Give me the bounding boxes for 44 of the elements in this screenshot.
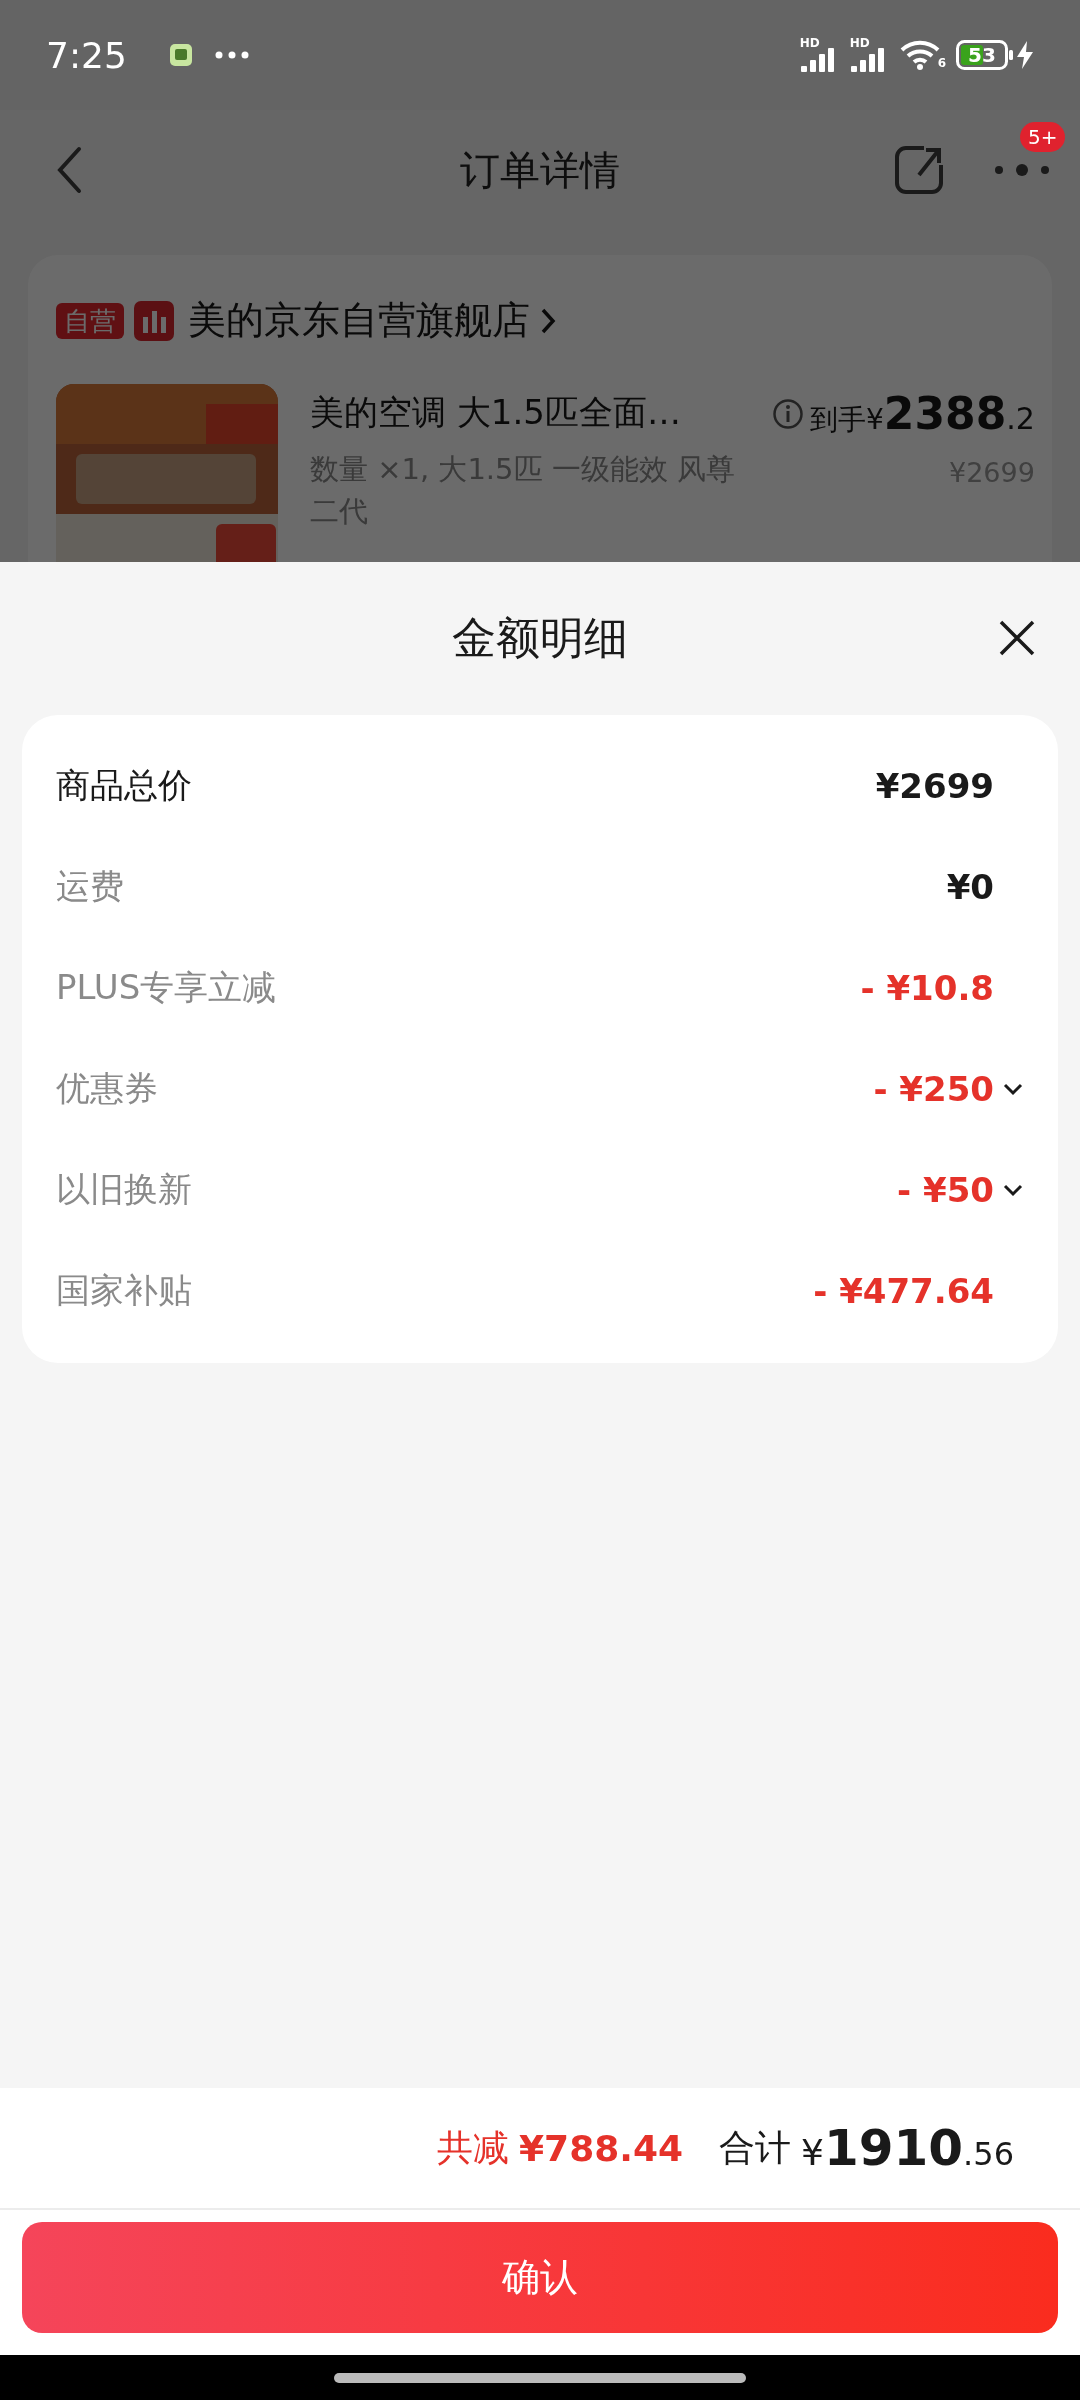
sheet-title: 金额明细 — [452, 611, 628, 665]
wifi-label: 6 — [937, 56, 946, 70]
fee-label: 以旧换新 — [56, 1167, 192, 1211]
back-icon[interactable] — [56, 146, 82, 194]
network-type-label: HD — [849, 36, 870, 50]
chevron-down-icon[interactable] — [1002, 1081, 1024, 1096]
share-icon[interactable] — [894, 145, 944, 195]
fee-amount: ¥2699 — [875, 765, 994, 806]
discount-total: ¥788.44 — [519, 2127, 684, 2169]
wifi-icon — [899, 40, 940, 70]
fee-label: 优惠券 — [56, 1066, 158, 1110]
fee-label: 国家补贴 — [56, 1268, 192, 1312]
fee-amount: ¥0 — [946, 866, 994, 907]
app-notification-icon — [168, 43, 193, 67]
close-icon[interactable] — [998, 619, 1036, 657]
more-icon[interactable] — [994, 163, 1050, 177]
battery-level: 53 — [968, 44, 996, 66]
final-price: 到手¥2388.2 — [810, 388, 1035, 439]
store-name[interactable]: 美的京东自营旗舰店 — [188, 295, 530, 346]
product-title[interactable]: 美的空调 大1.5匹全面… — [310, 390, 740, 436]
network-type-label: HD — [799, 36, 820, 50]
chevron-down-icon[interactable] — [1002, 1182, 1024, 1197]
battery-icon — [956, 40, 1014, 70]
fee-amount: - ¥50 — [897, 1169, 994, 1210]
fee-amount: - ¥477.64 — [813, 1270, 994, 1311]
confirm-button[interactable]: 确认 — [22, 2222, 1058, 2333]
status-time: 7:25 — [46, 34, 127, 76]
home-indicator[interactable] — [334, 2372, 746, 2383]
page-title: 订单详情 — [460, 145, 620, 195]
fee-amount: - ¥10.8 — [860, 967, 994, 1008]
charging-icon — [1014, 40, 1036, 70]
discount-label: 共减 — [437, 2125, 510, 2170]
fee-label: 运费 — [56, 864, 124, 908]
notification-badge: 5+ — [1020, 122, 1066, 152]
info-icon[interactable] — [772, 397, 804, 430]
total-label: 合计 — [719, 2125, 792, 2170]
fee-amount: - ¥250 — [873, 1068, 994, 1109]
more-notifications-icon — [214, 51, 249, 59]
fee-label: PLUS专享立减 — [56, 965, 277, 1009]
total-amount: ¥1910.56 — [801, 2119, 1014, 2177]
store-logo-icon — [134, 300, 174, 341]
chevron-right-icon[interactable] — [540, 306, 556, 335]
self-operated-tag: 自营 — [56, 302, 124, 339]
fee-label: 商品总价 — [56, 763, 192, 807]
